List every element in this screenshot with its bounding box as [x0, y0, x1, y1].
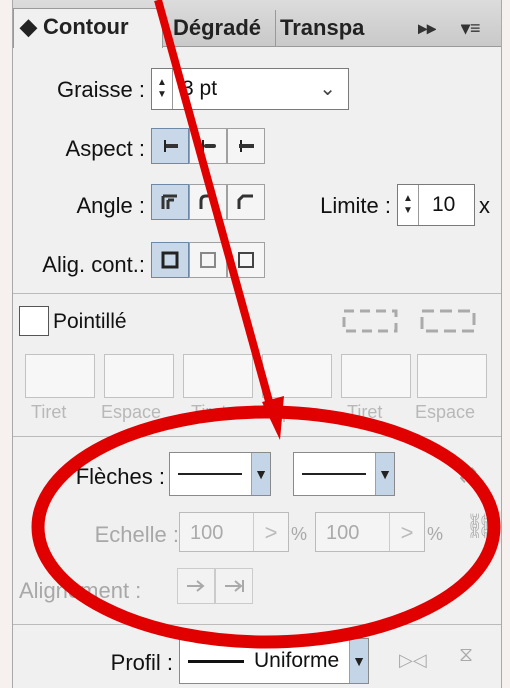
annotation-ellipse	[31, 405, 501, 649]
annotation-arrow-line	[154, 0, 276, 414]
annotation-overlay	[31, 0, 501, 649]
